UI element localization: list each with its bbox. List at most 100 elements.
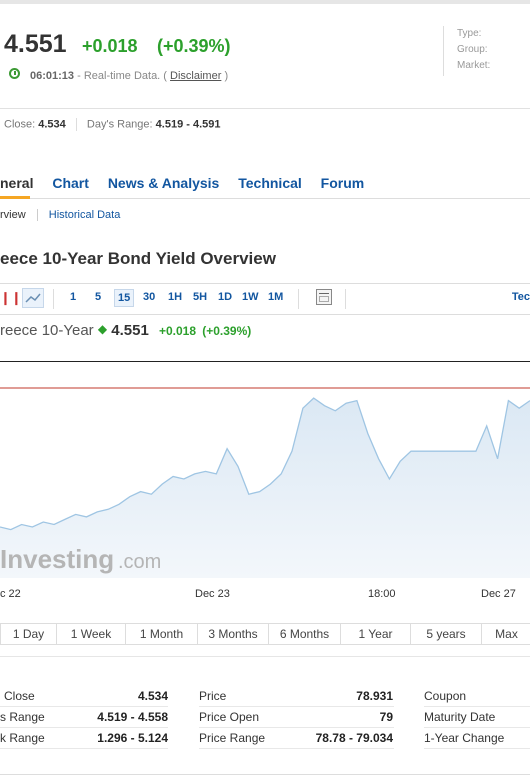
watermark-logo: Investing	[0, 544, 114, 574]
candlestick-icon[interactable]: ❙❙	[0, 290, 22, 306]
stat-value-price-range: 78.78 - 79.034	[315, 731, 393, 745]
row-divider	[199, 748, 394, 749]
realtime-info: 06:01:13 - Real-time Data. ( Disclaimer …	[30, 70, 228, 82]
stat-value-close: 4.534	[137, 689, 168, 703]
period-1-week[interactable]: 1 Week	[56, 623, 126, 645]
interval-5h[interactable]: 5H	[193, 291, 207, 303]
stat-label-close: Close	[4, 689, 35, 703]
row-divider	[0, 727, 168, 728]
technical-button[interactable]: Tec	[512, 291, 530, 303]
chart-instrument-name: reece 10-Year	[0, 322, 94, 339]
line-chart-icon[interactable]	[22, 288, 44, 308]
row-divider	[199, 727, 394, 728]
toolbar-separator	[345, 289, 346, 309]
divider	[0, 108, 530, 109]
interval-1h[interactable]: 1H	[168, 291, 182, 303]
price-chart[interactable]: Investing .com	[0, 361, 530, 578]
active-tab-indicator	[0, 196, 30, 199]
stat-label-price-range: Price Range	[199, 731, 266, 745]
close-label: Close:	[4, 118, 36, 131]
up-arrow-icon: ◆	[97, 322, 108, 336]
stat-label-price-open: Price Open	[199, 710, 260, 724]
chart-price: 4.551	[111, 322, 149, 339]
interval-5[interactable]: 5	[95, 291, 101, 303]
period-selector: 1 Day 1 Week 1 Month 3 Months 6 Months 1…	[0, 623, 530, 645]
watermark-suffix: .com	[118, 551, 161, 573]
period-max[interactable]: Max	[481, 623, 530, 645]
stat-label-day-range: s Range	[0, 710, 45, 724]
interval-1d[interactable]: 1D	[218, 291, 232, 303]
x-tick-2: Dec 23	[195, 588, 230, 600]
subtab-overview[interactable]: rview	[0, 209, 26, 221]
instrument-meta: Type: Group: Market:	[443, 26, 530, 76]
subtab-separator	[36, 209, 38, 222]
meta-market: Market:	[457, 60, 491, 71]
divider	[0, 656, 530, 657]
price-change-percent: (+0.39%)	[157, 36, 231, 56]
x-tick-1: c 22	[0, 588, 21, 600]
stat-label-1-year-change: 1-Year Change	[424, 731, 505, 745]
stat-value-price: 78.931	[356, 689, 393, 703]
x-tick-4: Dec 27	[481, 588, 516, 600]
realtime-time: 06:01:13	[30, 70, 75, 82]
tab-general[interactable]: neral	[0, 175, 33, 191]
realtime-text: - Real-time Data. (	[77, 70, 167, 82]
stat-label-maturity-date: Maturity Date	[424, 710, 496, 724]
last-price: 4.551	[4, 30, 67, 58]
bottom-border	[0, 774, 530, 775]
row-divider	[0, 748, 168, 749]
stat-label-price: Price	[199, 689, 227, 703]
period-5-years[interactable]: 5 years	[410, 623, 482, 645]
x-tick-3: 18:00	[368, 588, 396, 600]
calendar-icon[interactable]	[316, 289, 332, 305]
range-value: 4.519 - 4.591	[155, 118, 221, 131]
tab-forum[interactable]: Forum	[321, 175, 365, 191]
realtime-end: )	[224, 70, 229, 82]
chart-toolbar: ❙❙ 1 5 15 30 1H 5H 1D 1W 1M Tec	[0, 283, 530, 315]
meta-group: Group:	[457, 44, 488, 55]
stat-value-price-open: 79	[379, 710, 393, 724]
stat-label-52wk-range: k Range	[0, 731, 45, 745]
tab-chart[interactable]: Chart	[52, 175, 89, 191]
interval-1m[interactable]: 1M	[268, 291, 283, 303]
tab-technical[interactable]: Technical	[238, 175, 302, 191]
summary-line: Close: 4.534 Day's Range: 4.519 - 4.591	[4, 118, 221, 131]
period-1-month[interactable]: 1 Month	[125, 623, 198, 645]
row-divider	[424, 748, 530, 749]
period-1-year[interactable]: 1 Year	[340, 623, 411, 645]
stat-value-52wk-range: 1.296 - 5.124	[97, 731, 168, 745]
stat-value-day-range: 4.519 - 4.558	[97, 710, 168, 724]
close-value: 4.534	[38, 118, 66, 131]
stat-label-coupon: Coupon	[424, 689, 467, 703]
tab-news-analysis[interactable]: News & Analysis	[108, 175, 220, 191]
period-6-months[interactable]: 6 Months	[268, 623, 341, 645]
chart-area[interactable]: Investing .com	[0, 362, 530, 578]
toolbar-separator	[53, 289, 54, 309]
chart-quote: reece 10-Year ◆ 4.551 +0.018 (+0.39%)	[0, 322, 251, 339]
interval-30[interactable]: 30	[143, 291, 155, 303]
chart-change: +0.018	[158, 324, 197, 338]
clock-icon	[9, 68, 20, 79]
meta-type: Type:	[457, 28, 482, 39]
toolbar-separator	[298, 289, 299, 309]
period-1-day[interactable]: 1 Day	[0, 623, 57, 645]
interval-15[interactable]: 15	[114, 289, 135, 307]
row-divider	[199, 706, 394, 707]
disclaimer-link[interactable]: Disclaimer	[170, 70, 221, 82]
summary-separator	[75, 118, 77, 131]
interval-1[interactable]: 1	[70, 291, 76, 303]
main-tabs: neral Chart News & Analysis Technical Fo…	[0, 175, 379, 191]
chart-change-percent: (+0.39%)	[202, 324, 252, 338]
range-label: Day's Range:	[86, 118, 153, 131]
period-3-months[interactable]: 3 Months	[197, 623, 269, 645]
sub-tabs: rview Historical Data	[0, 209, 121, 222]
row-divider	[424, 727, 530, 728]
row-divider	[0, 706, 168, 707]
subtab-historical-data[interactable]: Historical Data	[49, 209, 121, 221]
row-divider	[424, 706, 530, 707]
page-title: eece 10-Year Bond Yield Overview	[0, 249, 276, 268]
tabs-divider	[0, 198, 530, 199]
top-border	[0, 0, 530, 4]
interval-1w[interactable]: 1W	[242, 291, 259, 303]
price-change: +0.018	[82, 36, 138, 56]
